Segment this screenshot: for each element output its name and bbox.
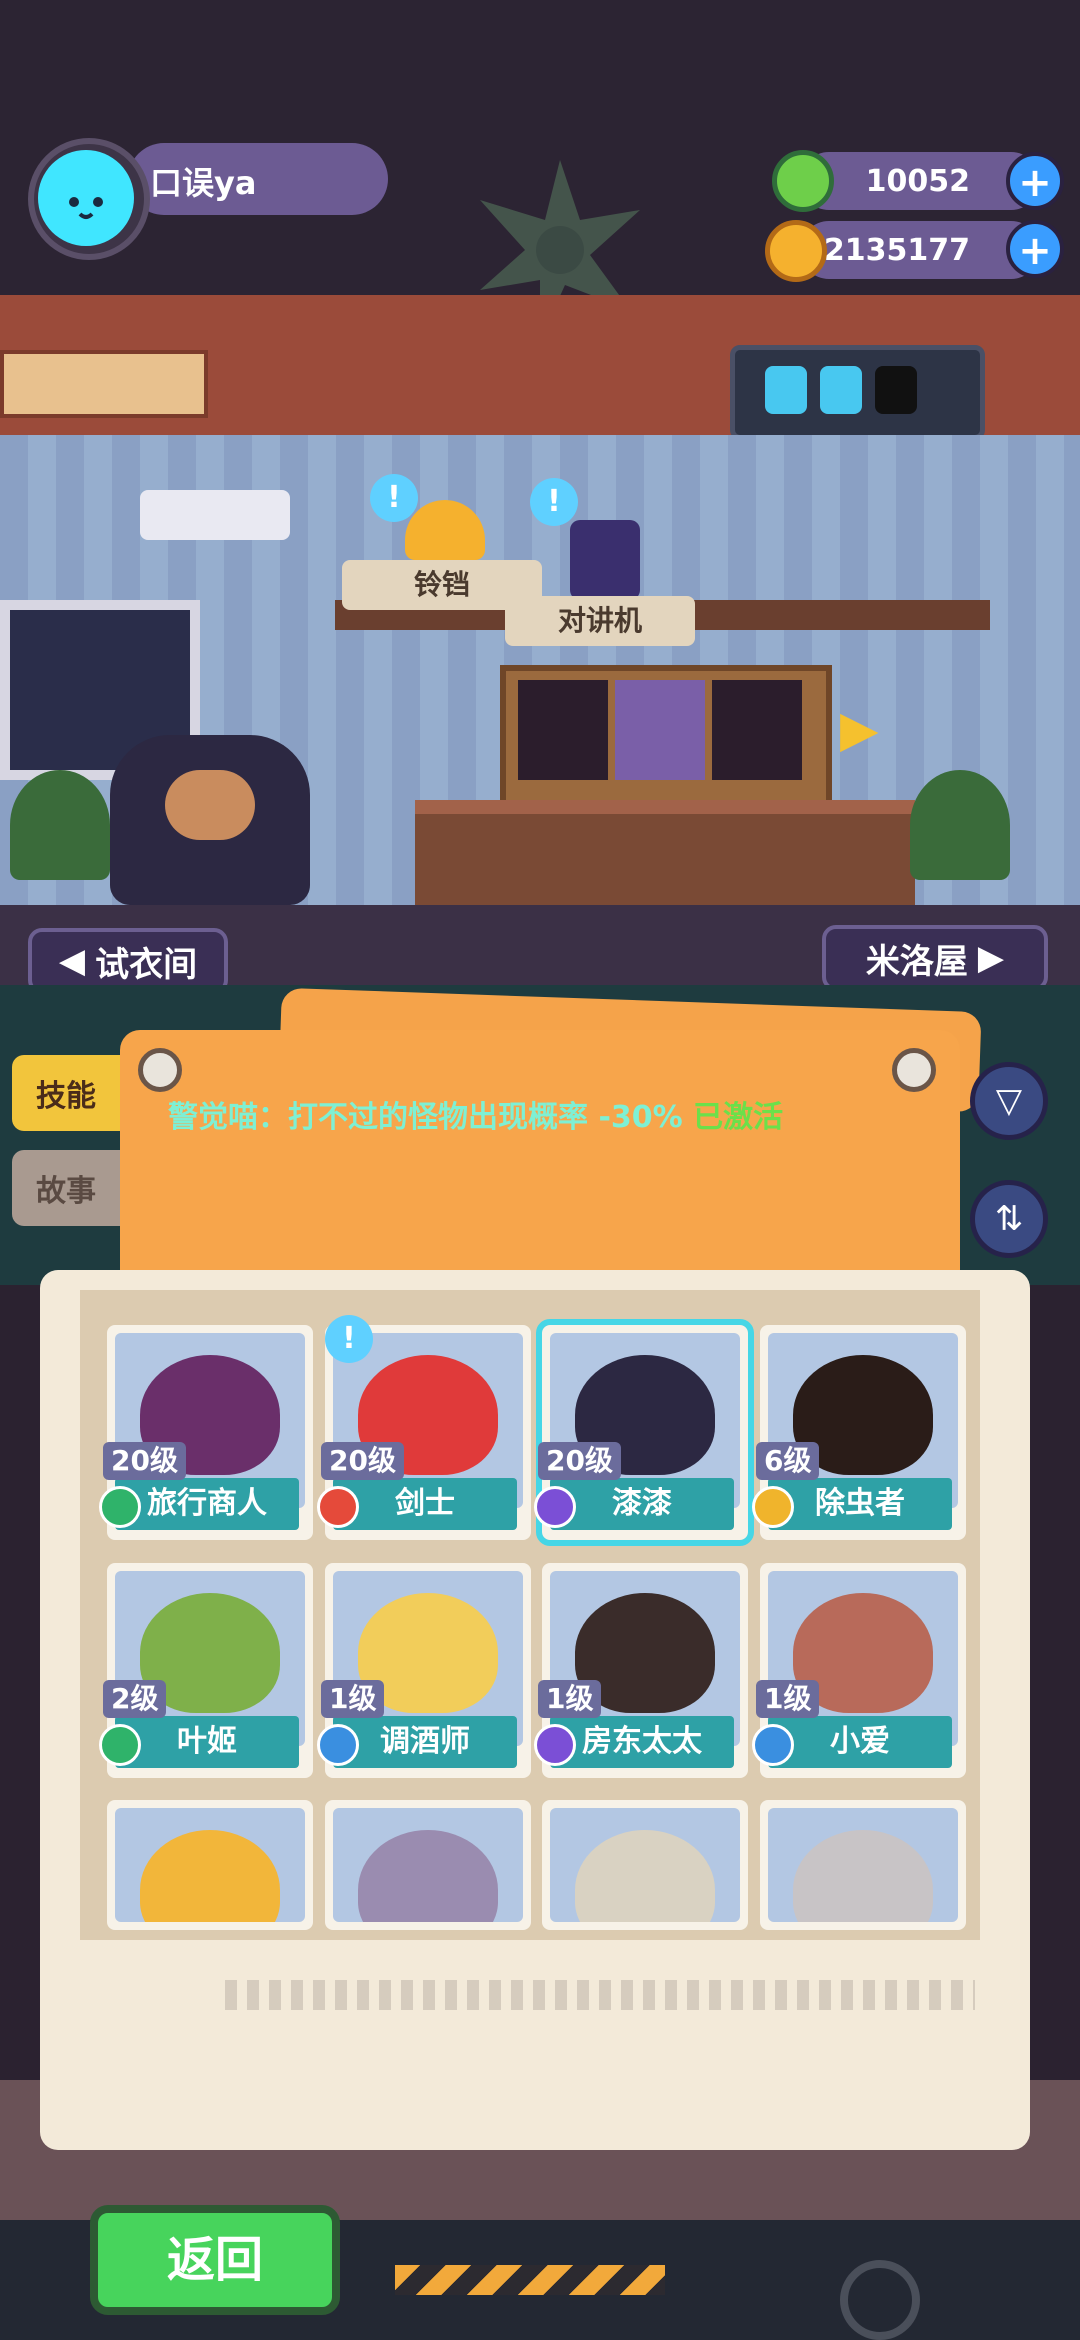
milo-room-label: 米洛屋	[865, 941, 968, 982]
left-arrow-icon: ◀	[58, 941, 86, 981]
walkie-label: 对讲机	[505, 596, 695, 646]
walkie-talkie-icon[interactable]	[570, 520, 640, 600]
blurred-footnote	[225, 1980, 975, 2010]
character-alert-icon[interactable]: !	[325, 1315, 373, 1363]
rarity-badge-icon	[534, 1724, 576, 1766]
pin-icon	[892, 1048, 936, 1092]
right-arrow-icon: ▶	[977, 938, 1005, 978]
skill-status: 已激活	[693, 1100, 784, 1135]
rarity-badge-icon	[317, 1486, 359, 1528]
character-card-selected[interactable]: 漆漆 20级	[534, 1319, 754, 1546]
character-level: 2级	[103, 1680, 167, 1718]
character-card[interactable]	[760, 1800, 966, 1930]
rarity-badge-icon	[99, 1486, 141, 1528]
character-portrait	[768, 1808, 958, 1922]
character-level: 1级	[321, 1680, 385, 1718]
rarity-badge-icon	[317, 1724, 359, 1766]
cat-face	[165, 770, 255, 840]
dressing-room-label: 试衣间	[95, 944, 198, 985]
skill-description: 警觉喵：打不过的怪物出现概率 -30% 已激活	[168, 1092, 783, 1136]
skill-panel	[120, 1030, 960, 1290]
empty-energy-slot	[875, 366, 917, 414]
rarity-badge-icon	[534, 1486, 576, 1528]
character-name: 小爱	[768, 1716, 952, 1768]
frame-next-arrow-icon[interactable]: ▶	[840, 700, 878, 758]
character-name: 剑士	[333, 1478, 517, 1530]
character-card[interactable]	[325, 1800, 531, 1930]
skill-text: 警觉喵：打不过的怪物出现概率 -30%	[168, 1100, 683, 1135]
back-button[interactable]: 返回	[90, 2205, 340, 2315]
vent-decoration	[0, 350, 208, 418]
character-name: 调酒师	[333, 1716, 517, 1768]
plant-decoration	[10, 770, 110, 880]
player-name: 口误ya	[150, 164, 257, 202]
tab-skills[interactable]: 技能	[12, 1055, 120, 1131]
character-level: 20级	[538, 1442, 621, 1480]
walkie-alert-icon[interactable]: !	[530, 478, 578, 526]
frame-photo	[712, 680, 802, 780]
add-coins-button[interactable]: +	[1006, 220, 1064, 278]
green-gem-icon	[772, 150, 834, 212]
character-name: 除虫者	[768, 1478, 952, 1530]
coin-amount: 2135177	[823, 232, 970, 268]
cat-face-icon	[52, 158, 120, 219]
sort-button[interactable]: ⇅	[970, 1180, 1048, 1258]
rarity-badge-icon	[752, 1486, 794, 1528]
rarity-badge-icon	[99, 1724, 141, 1766]
frame-photo	[518, 680, 608, 780]
character-portrait	[333, 1808, 523, 1922]
character-card[interactable]: 小爱 1级	[752, 1563, 966, 1778]
character-sprite	[793, 1830, 933, 1922]
hazard-stripe	[395, 2265, 665, 2295]
character-level: 20级	[321, 1442, 404, 1480]
character-level: 1级	[756, 1680, 820, 1718]
avatar[interactable]	[38, 150, 134, 246]
energy-icon	[765, 366, 807, 414]
character-name: 叶姬	[115, 1716, 299, 1768]
gem-counter: 10052	[800, 152, 1040, 210]
energy-slots	[730, 345, 985, 440]
character-name: 漆漆	[550, 1478, 734, 1530]
gold-coin-icon	[765, 220, 827, 282]
coin-counter: 2135177	[800, 221, 1040, 279]
wheel-decoration	[840, 2260, 920, 2340]
character-card[interactable]: 除虫者 6级	[752, 1325, 966, 1540]
character-portrait	[550, 1808, 740, 1922]
milo-room-button[interactable]: 米洛屋 ▶	[822, 925, 1048, 991]
character-sprite	[575, 1830, 715, 1922]
add-gems-button[interactable]: +	[1006, 152, 1064, 210]
projector	[140, 490, 290, 540]
tab-story[interactable]: 故事	[12, 1150, 120, 1226]
cat-character[interactable]	[110, 735, 310, 905]
character-sprite	[358, 1830, 498, 1922]
character-level: 6级	[756, 1442, 820, 1480]
character-card[interactable]	[107, 1800, 313, 1930]
character-name: 旅行商人	[115, 1478, 299, 1530]
filter-icon: ▽	[995, 1081, 1023, 1121]
bell-alert-icon[interactable]: !	[370, 474, 418, 522]
character-sprite	[140, 1830, 280, 1922]
character-level: 1级	[538, 1680, 602, 1718]
character-card[interactable]: 调酒师 1级	[317, 1563, 531, 1778]
character-card[interactable]: 房东太太 1级	[534, 1563, 748, 1778]
filter-button[interactable]: ▽	[970, 1062, 1048, 1140]
character-card[interactable]: 叶姬 2级	[99, 1563, 313, 1778]
energy-icon	[820, 366, 862, 414]
sort-icon: ⇅	[994, 1199, 1024, 1239]
frame-photo	[615, 680, 705, 780]
rarity-badge-icon	[752, 1724, 794, 1766]
pin-icon	[138, 1048, 182, 1092]
character-card[interactable]: 旅行商人 20级	[99, 1325, 313, 1540]
plant-decoration	[910, 770, 1010, 880]
character-card[interactable]	[542, 1800, 748, 1930]
character-portrait	[115, 1808, 305, 1922]
character-name: 房东太太	[550, 1716, 734, 1768]
character-level: 20级	[103, 1442, 186, 1480]
gem-amount: 10052	[865, 163, 970, 199]
